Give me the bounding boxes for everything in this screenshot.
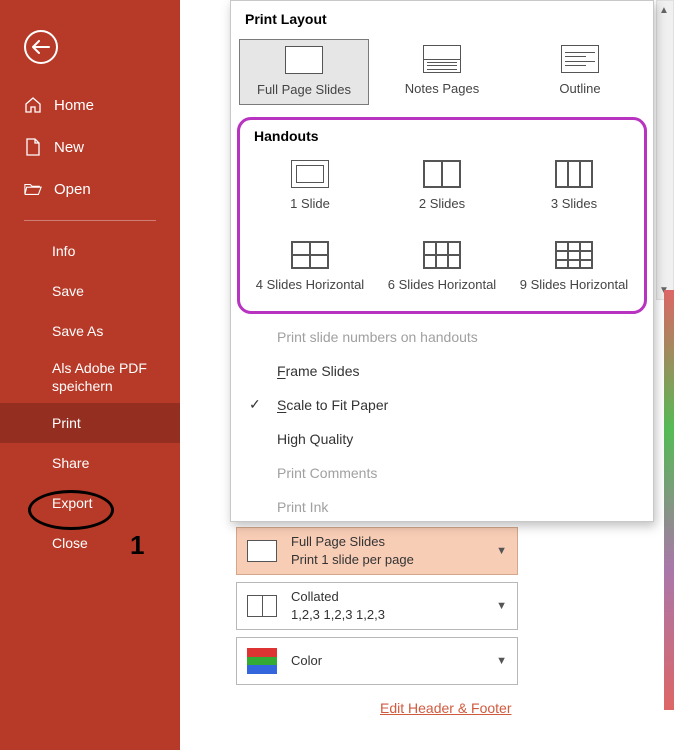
sidebar-item-close[interactable]: Close <box>0 523 180 563</box>
sidebar-item-label: Home <box>54 97 94 114</box>
handouts-row-1: 1 Slide 2 Slides 3 Slides <box>240 148 644 230</box>
sidebar-item-adobe-pdf[interactable]: Als Adobe PDF speichern <box>0 351 180 403</box>
sidebar-item-print[interactable]: Print <box>0 403 180 443</box>
chevron-down-icon: ▼ <box>496 655 507 667</box>
option-4-slides-horizontal[interactable]: 4 Slides Horizontal <box>245 235 375 299</box>
menu-scale-to-fit-paper[interactable]: ✓ Scale to Fit Paper <box>231 388 653 422</box>
slide-preview-edge <box>664 290 674 710</box>
sidebar-item-save-as[interactable]: Save As <box>0 311 180 351</box>
option-6-slides-horizontal[interactable]: 6 Slides Horizontal <box>377 235 507 299</box>
nine-slides-icon <box>555 241 593 269</box>
setting-collate-text: Collated 1,2,3 1,2,3 1,2,3 <box>291 588 496 624</box>
handouts-header: Handouts <box>240 120 644 148</box>
print-layout-dropdown: Print Layout Full Page Slides Notes Page… <box>230 0 654 522</box>
collated-icon <box>247 595 277 617</box>
sidebar-item-share[interactable]: Share <box>0 443 180 483</box>
scroll-up-icon[interactable]: ▲ <box>657 3 671 17</box>
four-slides-icon <box>291 241 329 269</box>
back-arrow-icon <box>32 40 50 54</box>
sidebar-item-label: Open <box>54 181 91 198</box>
two-slides-icon <box>423 160 461 188</box>
new-file-icon <box>24 138 42 156</box>
sidebar-item-label: Als Adobe PDF speichern <box>52 359 156 395</box>
outline-icon <box>561 45 599 73</box>
backstage-sidebar: Home New Open Info Save Save As Als Adob… <box>0 0 180 750</box>
sidebar-separator <box>24 220 156 221</box>
setting-color[interactable]: Color ▼ <box>236 637 518 685</box>
checkmark-icon: ✓ <box>249 396 261 413</box>
sidebar-item-new[interactable]: New <box>0 126 180 168</box>
menu-frame-slides[interactable]: Frame Slides <box>231 354 653 388</box>
scrollbar-track[interactable]: ▲ ▼ <box>656 0 674 300</box>
sidebar-item-home[interactable]: Home <box>0 84 180 126</box>
setting-layout-text: Full Page Slides Print 1 slide per page <box>291 533 496 569</box>
menu-print-slide-numbers: Print slide numbers on handouts <box>231 320 653 354</box>
option-outline[interactable]: Outline <box>515 39 645 105</box>
option-9-slides-horizontal[interactable]: 9 Slides Horizontal <box>509 235 639 299</box>
print-layout-header: Print Layout <box>231 1 653 33</box>
sidebar-item-open[interactable]: Open <box>0 168 180 210</box>
full-page-slides-icon <box>247 540 277 562</box>
sidebar-item-export[interactable]: Export <box>0 483 180 523</box>
print-layout-row: Full Page Slides Notes Pages Outline <box>231 33 653 117</box>
option-full-page-slides[interactable]: Full Page Slides <box>239 39 369 105</box>
handouts-row-2: 4 Slides Horizontal 6 Slides Horizontal <box>240 229 644 311</box>
three-slides-icon <box>555 160 593 188</box>
sidebar-item-label: Share <box>52 455 89 471</box>
menu-print-ink: Print Ink <box>231 490 653 524</box>
one-slide-icon <box>291 160 329 188</box>
handouts-highlight-box: Handouts 1 Slide 2 Slides 3 Sl <box>237 117 647 314</box>
print-settings-panel: ▲ ▼ Print Layout Full Page Slides Notes … <box>180 0 674 750</box>
sidebar-item-save[interactable]: Save <box>0 271 180 311</box>
setting-print-layout[interactable]: Full Page Slides Print 1 slide per page … <box>236 527 518 575</box>
menu-print-comments: Print Comments <box>231 456 653 490</box>
sidebar-item-label: New <box>54 139 84 156</box>
sidebar-item-info[interactable]: Info <box>0 231 180 271</box>
back-button[interactable] <box>24 30 58 64</box>
sidebar-item-label: Save <box>52 283 84 299</box>
chevron-down-icon: ▼ <box>496 600 507 612</box>
color-swatch-icon <box>247 648 277 674</box>
setting-color-text: Color <box>291 652 496 670</box>
open-folder-icon <box>24 180 42 198</box>
option-notes-pages[interactable]: Notes Pages <box>377 39 507 105</box>
sidebar-item-label: Print <box>52 415 81 431</box>
option-2-slides[interactable]: 2 Slides <box>377 154 507 218</box>
full-page-slides-icon <box>285 46 323 74</box>
six-slides-icon <box>423 241 461 269</box>
home-icon <box>24 96 42 114</box>
option-1-slide[interactable]: 1 Slide <box>245 154 375 218</box>
sidebar-item-label: Close <box>52 535 88 551</box>
menu-high-quality[interactable]: High Quality <box>231 422 653 456</box>
sidebar-item-label: Save As <box>52 323 103 339</box>
edit-header-footer-link[interactable]: Edit Header & Footer <box>380 700 512 716</box>
option-3-slides[interactable]: 3 Slides <box>509 154 639 218</box>
sidebar-item-label: Info <box>52 243 75 259</box>
sidebar-item-label: Export <box>52 495 92 511</box>
setting-collate[interactable]: Collated 1,2,3 1,2,3 1,2,3 ▼ <box>236 582 518 630</box>
notes-pages-icon <box>423 45 461 73</box>
chevron-down-icon: ▼ <box>496 545 507 557</box>
